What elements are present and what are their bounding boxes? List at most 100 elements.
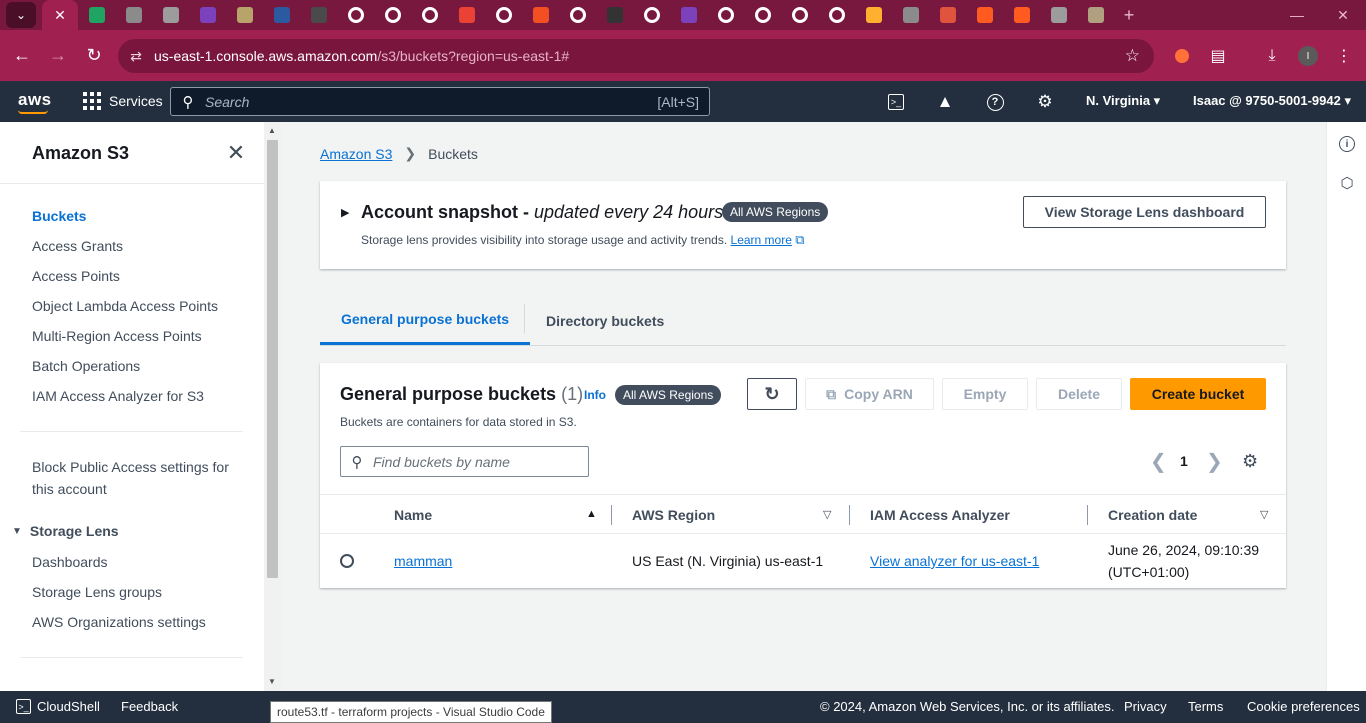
column-separator[interactable] <box>1087 505 1088 525</box>
active-tab-close-icon[interactable]: ✕ <box>42 0 78 30</box>
browser-tab-favicon-icon[interactable] <box>596 0 633 30</box>
cloudshell-icon[interactable]: >_ <box>884 90 908 114</box>
feedback-link[interactable]: Feedback <box>121 699 178 714</box>
tab-directory-buckets[interactable]: Directory buckets <box>546 296 664 345</box>
new-tab-plus-icon[interactable]: + <box>1114 5 1144 26</box>
view-analyzer-link[interactable]: View analyzer for us-east-1 <box>870 553 1039 569</box>
sidebar-item-multi-region[interactable]: Multi-Region Access Points <box>32 328 202 344</box>
site-info-icon[interactable]: ⇄ <box>118 48 154 65</box>
browser-tab-favicon-icon[interactable] <box>411 0 448 30</box>
chevron-right-icon[interactable]: ❯ <box>1206 449 1223 474</box>
download-icon[interactable]: ⤓ <box>1256 40 1288 72</box>
info-link[interactable]: Info <box>584 388 606 402</box>
breadcrumb-amazon-s3[interactable]: Amazon S3 <box>320 146 392 162</box>
bucket-name-link[interactable]: mamman <box>394 553 452 569</box>
empty-button[interactable]: Empty <box>942 378 1028 410</box>
scroll-down-icon[interactable]: ▼ <box>268 677 276 686</box>
browser-tab-favicon-icon[interactable] <box>707 0 744 30</box>
table-row[interactable]: mamman US East (N. Virginia) us-east-1 V… <box>320 534 1286 588</box>
browser-tab-favicon-icon[interactable] <box>152 0 189 30</box>
view-storage-lens-button[interactable]: View Storage Lens dashboard <box>1023 196 1266 228</box>
browser-tab-favicon-icon[interactable] <box>633 0 670 30</box>
sidebar-item-block-public-line1[interactable]: Block Public Access settings for <box>32 459 229 475</box>
browser-tab-favicon-icon[interactable] <box>559 0 596 30</box>
aws-search-input[interactable] <box>205 93 625 110</box>
sidebar-item-block-public-line2[interactable]: this account <box>32 481 107 497</box>
aws-logo[interactable]: aws <box>18 90 52 110</box>
browser-tab-favicon-icon[interactable] <box>744 0 781 30</box>
browser-tab-favicon-icon[interactable] <box>448 0 485 30</box>
sidebar-item-access-points[interactable]: Access Points <box>32 268 120 284</box>
scroll-up-icon[interactable]: ▲ <box>268 126 276 135</box>
region-selector[interactable]: N. Virginia ▾ <box>1086 93 1160 109</box>
browser-tab-favicon-icon[interactable] <box>485 0 522 30</box>
column-name[interactable]: Name <box>394 507 432 523</box>
cloudshell-icon[interactable]: >_ <box>16 699 31 714</box>
tab-search-chevron-icon[interactable]: ⌄ <box>6 2 36 28</box>
sort-ascending-icon[interactable]: ▲ <box>586 508 597 520</box>
services-menu-button[interactable]: Services <box>83 92 163 110</box>
find-buckets-box[interactable]: ⚲ <box>340 446 589 477</box>
expand-caret-icon[interactable]: ▶ <box>341 206 349 219</box>
browser-tab-favicon-icon[interactable] <box>263 0 300 30</box>
copy-arn-button[interactable]: ⧉ Copy ARN <box>805 378 934 410</box>
browser-tab-favicon-icon[interactable] <box>929 0 966 30</box>
extension-fox-icon[interactable] <box>1166 40 1198 72</box>
aws-search-box[interactable]: ⚲ [Alt+S] <box>170 87 710 116</box>
browser-tab-favicon-icon[interactable] <box>337 0 374 30</box>
sort-icon[interactable]: ▽ <box>1260 508 1268 521</box>
column-region[interactable]: AWS Region <box>632 507 715 523</box>
sidebar-item-batch-operations[interactable]: Batch Operations <box>32 358 140 374</box>
browser-tab-favicon-icon[interactable] <box>855 0 892 30</box>
column-separator[interactable] <box>849 505 850 525</box>
address-bar[interactable]: ⇄ us-east-1.console.aws.amazon.com/s3/bu… <box>118 39 1154 73</box>
browser-tab-favicon-icon[interactable] <box>781 0 818 30</box>
sidebar-section-storage-lens[interactable]: ▼ Storage Lens <box>12 523 119 539</box>
column-creation-date[interactable]: Creation date <box>1108 507 1197 523</box>
browser-tab-favicon-icon[interactable] <box>670 0 707 30</box>
browser-menu-icon[interactable]: ⋮ <box>1328 40 1360 72</box>
browser-tab-favicon-icon[interactable] <box>522 0 559 30</box>
privacy-link[interactable]: Privacy <box>1124 699 1167 714</box>
forward-arrow-icon[interactable]: → <box>40 38 76 74</box>
sidebar-item-iam-analyzer[interactable]: IAM Access Analyzer for S3 <box>32 388 204 404</box>
browser-tab-favicon-icon[interactable] <box>1040 0 1077 30</box>
extensions-puzzle-icon[interactable]: ▤ <box>1202 40 1234 72</box>
refresh-button[interactable]: ↻ <box>747 378 797 410</box>
sidebar-item-org-settings[interactable]: AWS Organizations settings <box>32 614 206 630</box>
browser-tab-favicon-icon[interactable] <box>1077 0 1114 30</box>
hexagon-icon[interactable]: ⬡ <box>1336 172 1358 194</box>
learn-more-link[interactable]: Learn more <box>731 233 792 247</box>
column-iam-analyzer[interactable]: IAM Access Analyzer <box>870 507 1010 523</box>
help-icon[interactable]: ? <box>983 90 1007 114</box>
sidebar-item-access-grants[interactable]: Access Grants <box>32 238 123 254</box>
browser-tab-favicon-icon[interactable] <box>966 0 1003 30</box>
browser-tab-favicon-icon[interactable] <box>226 0 263 30</box>
browser-tab-favicon-icon[interactable] <box>115 0 152 30</box>
page-number[interactable]: 1 <box>1180 453 1188 469</box>
table-preferences-gear-icon[interactable]: ⚙ <box>1242 451 1258 472</box>
account-menu[interactable]: Isaac @ 9750-5001-9942 ▾ <box>1193 93 1351 109</box>
notifications-bell-icon[interactable]: ▲ <box>933 90 957 114</box>
sidebar-item-dashboards[interactable]: Dashboards <box>32 554 108 570</box>
snapshot-heading[interactable]: Account snapshot - updated every 24 hour… <box>361 202 723 223</box>
bookmark-star-icon[interactable]: ☆ <box>1125 46 1140 66</box>
cloudshell-link[interactable]: CloudShell <box>37 699 100 714</box>
settings-gear-icon[interactable]: ⚙ <box>1033 90 1057 114</box>
profile-avatar[interactable]: I <box>1292 40 1324 72</box>
create-bucket-button[interactable]: Create bucket <box>1130 378 1266 410</box>
column-separator[interactable] <box>611 505 612 525</box>
row-select-radio[interactable] <box>340 554 354 568</box>
scrollbar-thumb[interactable] <box>267 140 278 578</box>
info-icon[interactable]: i <box>1336 133 1358 155</box>
sidebar-item-lens-groups[interactable]: Storage Lens groups <box>32 584 162 600</box>
sidebar-item-buckets[interactable]: Buckets <box>32 208 86 224</box>
browser-tab-favicon-icon[interactable] <box>300 0 337 30</box>
cookie-preferences-link[interactable]: Cookie preferences <box>1247 699 1360 714</box>
sort-icon[interactable]: ▽ <box>823 508 831 521</box>
browser-tab-favicon-icon[interactable] <box>374 0 411 30</box>
sidebar-item-object-lambda[interactable]: Object Lambda Access Points <box>32 298 218 314</box>
tab-general-purpose[interactable]: General purpose buckets <box>320 296 531 345</box>
find-buckets-input[interactable] <box>373 453 573 470</box>
browser-tab-favicon-icon[interactable] <box>892 0 929 30</box>
